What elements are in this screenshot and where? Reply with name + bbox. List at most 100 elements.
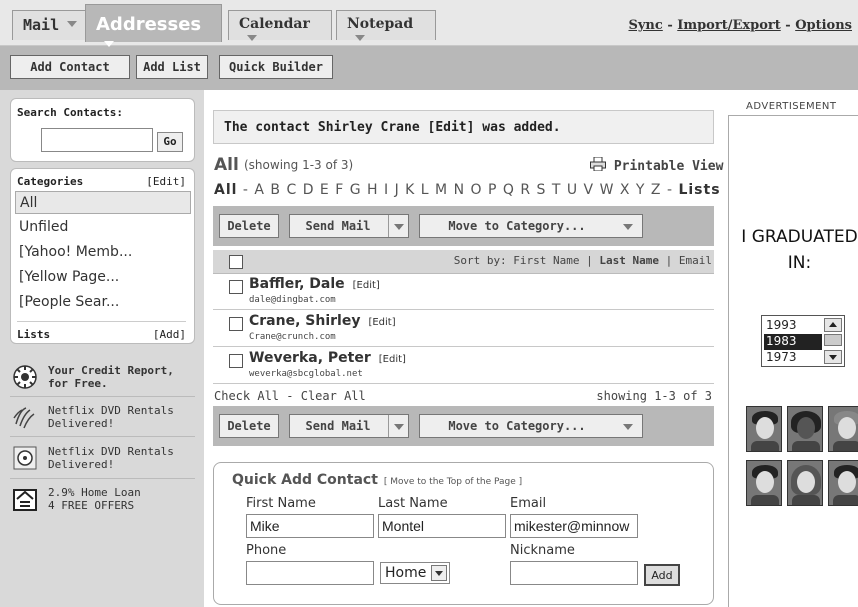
- sort-row: Sort by: First Name | Last Name | Email: [213, 250, 714, 274]
- contact-name[interactable]: Crane, Shirley [Edit]: [249, 313, 396, 329]
- alpha-all-link[interactable]: All: [214, 182, 237, 198]
- last-name-field[interactable]: Montel: [378, 514, 506, 538]
- contact-name-text[interactable]: Baffler, Dale: [249, 276, 345, 292]
- category-yahoo-members[interactable]: [Yahoo! Memb...: [15, 241, 191, 264]
- lists-add-link[interactable]: [Add]: [153, 328, 186, 341]
- chevron-down-icon[interactable]: [353, 31, 367, 45]
- phone-label: Phone: [246, 543, 287, 558]
- promo-netflix-1[interactable]: Netflix DVD Rentals Delivered!: [10, 402, 195, 438]
- contact-checkbox[interactable]: [229, 317, 243, 331]
- promo-credit-report[interactable]: Your Credit Report, for Free.: [10, 362, 195, 398]
- ad-headline-line2: IN:: [787, 253, 812, 273]
- select-all-checkbox[interactable]: [229, 255, 243, 269]
- tab-mail-label: Mail: [23, 16, 60, 34]
- message-edit-link[interactable]: [Edit]: [428, 120, 475, 135]
- add-button[interactable]: Add: [644, 564, 680, 586]
- nickname-field[interactable]: [510, 561, 638, 585]
- contact-edit-link[interactable]: [Edit]: [368, 317, 395, 328]
- last-name-label: Last Name: [378, 496, 448, 511]
- go-button[interactable]: Go: [157, 132, 183, 152]
- year-scrollbar[interactable]: [824, 318, 842, 364]
- move-to-category-dropdown[interactable]: Move to Category...: [419, 414, 643, 438]
- add-contact-button[interactable]: Add Contact: [10, 55, 130, 79]
- advertisement-banner[interactable]: I GRADUATED IN: 1993 1983 1973: [728, 115, 858, 607]
- toolbar: Add Contact Add List Quick Builder: [0, 46, 858, 90]
- chevron-down-icon[interactable]: [431, 565, 447, 581]
- sync-link[interactable]: Sync: [628, 18, 662, 33]
- category-yellow-pages[interactable]: [Yellow Page...: [15, 266, 191, 289]
- chevron-down-icon[interactable]: [388, 215, 408, 237]
- scroll-down-icon[interactable]: [824, 350, 842, 364]
- tab-notepad[interactable]: Notepad: [336, 10, 436, 41]
- contact-name[interactable]: Baffler, Dale [Edit]: [249, 276, 380, 292]
- contact-name[interactable]: Weverka, Peter [Edit]: [249, 350, 406, 366]
- tab-addresses[interactable]: Addresses: [85, 4, 222, 47]
- sort-by: Sort by: First Name | Last Name | Email: [454, 254, 712, 267]
- first-name-field[interactable]: Mike: [246, 514, 374, 538]
- printable-view-link[interactable]: Printable View: [590, 156, 724, 174]
- add-list-button[interactable]: Add List: [136, 55, 208, 79]
- scroll-thumb[interactable]: [824, 334, 842, 346]
- promo-text: Netflix DVD Rentals Delivered!: [48, 445, 174, 471]
- showing-count: (showing 1-3 of 3): [244, 158, 354, 172]
- lists-label: Lists: [17, 328, 51, 341]
- clear-all-link[interactable]: Clear All: [301, 389, 366, 403]
- nickname-label: Nickname: [510, 543, 575, 558]
- check-row: Check All - Clear All showing 1-3 of 3: [214, 389, 714, 403]
- options-link[interactable]: Options: [795, 18, 852, 33]
- send-mail-button[interactable]: Send Mail: [289, 414, 409, 438]
- move-to-category-dropdown[interactable]: Move to Category...: [419, 214, 643, 238]
- import-export-link[interactable]: Import/Export: [677, 18, 780, 33]
- chevron-down-icon[interactable]: [388, 415, 408, 437]
- email-field[interactable]: mikester@minnow: [510, 514, 638, 538]
- contact-name-text[interactable]: Weverka, Peter: [249, 350, 371, 366]
- tab-calendar[interactable]: Calendar: [228, 10, 332, 41]
- contact-edit-link[interactable]: [Edit]: [379, 354, 406, 365]
- alpha-letters[interactable]: A B C D E F G H I J K L M N O P Q R S T …: [254, 182, 661, 198]
- tab-calendar-label: Calendar: [239, 16, 310, 32]
- link-separator: -: [662, 18, 678, 33]
- printer-icon: [590, 156, 606, 172]
- phone-field[interactable]: [246, 561, 374, 585]
- year-option[interactable]: 1973: [764, 350, 822, 366]
- alpha-lists-link[interactable]: Lists: [678, 182, 720, 198]
- chevron-down-icon[interactable]: [65, 17, 79, 31]
- move-to-top-link[interactable]: [ Move to the Top of the Page ]: [384, 477, 522, 487]
- category-unfiled[interactable]: Unfiled: [15, 216, 191, 239]
- promo-netflix-2[interactable]: Netflix DVD Rentals Delivered!: [10, 443, 195, 479]
- phone-type-select[interactable]: Home: [380, 562, 450, 584]
- quick-builder-button[interactable]: Quick Builder: [219, 55, 333, 79]
- printable-view-label: Printable View: [613, 159, 724, 174]
- contact-checkbox[interactable]: [229, 354, 243, 368]
- chevron-down-icon[interactable]: [245, 31, 259, 45]
- sort-first-name[interactable]: Sort by: First Name |: [454, 254, 600, 267]
- send-mail-button[interactable]: Send Mail: [289, 214, 409, 238]
- search-input[interactable]: [41, 128, 153, 152]
- contact-name-text[interactable]: Crane, Shirley: [249, 313, 360, 329]
- year-option[interactable]: 1993: [764, 318, 822, 334]
- sort-email[interactable]: | Email: [659, 254, 712, 267]
- promo-text: 2.9% Home Loan 4 FREE OFFERS: [48, 486, 141, 512]
- showing-count-bottom: showing 1-3 of 3: [596, 389, 712, 403]
- home-loan-icon: [13, 489, 37, 511]
- check-all-link[interactable]: Check All: [214, 389, 279, 403]
- delete-button[interactable]: Delete: [219, 214, 279, 238]
- chevron-down-icon[interactable]: [102, 37, 116, 51]
- scroll-up-icon[interactable]: [824, 318, 842, 332]
- tab-mail[interactable]: Mail: [12, 10, 94, 40]
- categories-edit-link[interactable]: [Edit]: [146, 175, 186, 188]
- promo-line-2: 4 FREE OFFERS: [48, 499, 135, 512]
- category-all[interactable]: All: [15, 191, 191, 214]
- netflix-icon: [13, 407, 35, 429]
- sort-last-name[interactable]: Last Name: [599, 254, 659, 267]
- promo-home-loan[interactable]: 2.9% Home Loan 4 FREE OFFERS: [10, 484, 195, 520]
- tab-notepad-label: Notepad: [347, 16, 414, 32]
- graduation-year-list[interactable]: 1993 1983 1973: [761, 315, 845, 367]
- delete-button[interactable]: Delete: [219, 414, 279, 438]
- year-option-selected[interactable]: 1983: [764, 334, 822, 350]
- promo-text: Your Credit Report, for Free.: [48, 364, 174, 390]
- contact-checkbox[interactable]: [229, 280, 243, 294]
- chevron-down-icon: [618, 415, 638, 437]
- contact-edit-link[interactable]: [Edit]: [353, 280, 380, 291]
- category-people-search[interactable]: [People Sear...: [15, 291, 191, 314]
